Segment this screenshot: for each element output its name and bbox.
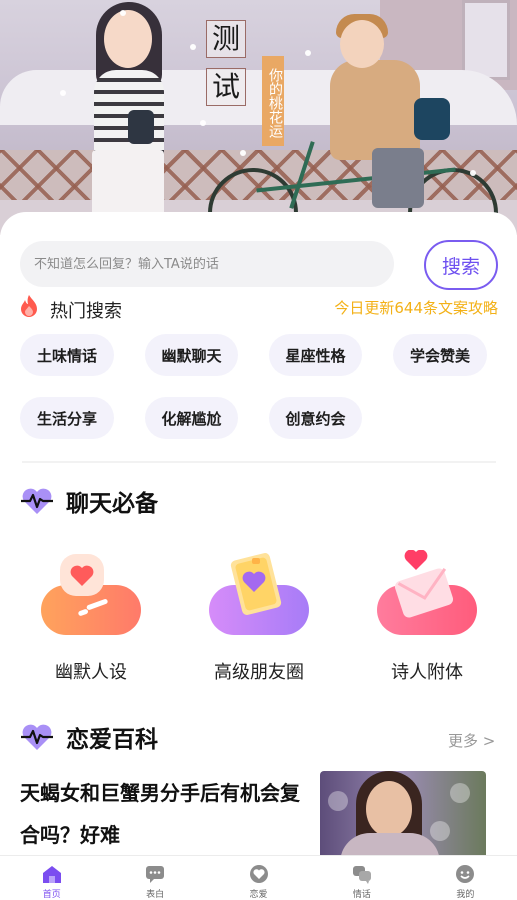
bokeh-light: [430, 821, 450, 841]
more-link[interactable]: 更多 >: [448, 730, 495, 751]
tab-label: 首页: [42, 890, 61, 900]
snowflake: [190, 44, 196, 50]
chip-praise[interactable]: 学会赞美: [393, 334, 487, 376]
hero-title-char: 试: [206, 68, 246, 106]
article-title[interactable]: 天蝎女和巨蟹男分手后有机会复合吗？好难: [20, 772, 318, 856]
tab-love[interactable]: 恋爱: [207, 856, 310, 900]
wiki-section-header: 恋爱百科: [20, 720, 158, 754]
chip-humor-chat[interactable]: 幽默聊天: [145, 334, 238, 376]
feature-poet-mode[interactable]: 诗人附体: [372, 550, 482, 690]
snowflake: [120, 10, 126, 16]
tab-home[interactable]: 首页: [0, 856, 103, 900]
hero-boy-bag: [414, 98, 450, 140]
hot-search-title: 热门搜索: [50, 301, 122, 322]
tab-profile[interactable]: 我的: [414, 856, 517, 900]
article-thumbnail[interactable]: [320, 771, 486, 861]
home-icon: [42, 866, 61, 883]
heartbeat-icon: [21, 724, 53, 750]
feature-label: 高级朋友圈: [214, 662, 304, 683]
bokeh-light: [328, 791, 348, 811]
daily-update-text: 今日更新644条文案攻略: [334, 299, 498, 317]
love-letter-icon: [394, 550, 454, 618]
heart-card-icon: [230, 553, 282, 615]
bokeh-light: [450, 783, 470, 803]
snowflake: [200, 120, 206, 126]
feature-label: 幽默人设: [55, 662, 127, 683]
chip-earthy-love-talk[interactable]: 土味情话: [20, 334, 114, 376]
tab-confess[interactable]: 表白: [103, 856, 206, 900]
hero-title-char: 测: [206, 20, 246, 58]
chip-creative-date[interactable]: 创意约会: [269, 397, 362, 439]
profile-icon: [456, 865, 475, 883]
hot-search-header: 热门搜索 今日更新644条文案攻略: [18, 294, 498, 324]
search-button[interactable]: 搜索: [424, 240, 498, 290]
chat-section-title: 聊天必备: [66, 491, 158, 517]
section-divider: [22, 461, 496, 463]
app-screen: 测 试 你的桃花运 搜索 热门搜索 今日更新644条文案攻略 土味情话 幽默聊天…: [0, 0, 517, 900]
hero-boy-coat: [330, 60, 420, 160]
tab-label: 我的: [456, 890, 475, 900]
hero-girl-pants: [92, 150, 164, 220]
snowflake: [240, 150, 246, 156]
hero-girl-bag: [128, 110, 154, 144]
heart-circle-icon: [249, 865, 268, 883]
hero-boy-pants: [372, 148, 424, 208]
hero-boy-face: [340, 20, 384, 68]
heartbeat-icon: [21, 488, 53, 514]
feature-humor-persona[interactable]: 幽默人设: [36, 550, 146, 690]
tab-love-talk[interactable]: 情话: [310, 856, 413, 900]
chip-ease-awkward[interactable]: 化解尴尬: [145, 397, 238, 439]
search-bar[interactable]: [20, 241, 394, 287]
snowflake: [470, 170, 476, 176]
snowflake: [305, 50, 311, 56]
chip-zodiac[interactable]: 星座性格: [269, 334, 362, 376]
bottom-tab-bar: 首页 表白 恋爱 情话 我的: [0, 855, 517, 900]
feature-premium-moments[interactable]: 高级朋友圈: [204, 550, 314, 690]
chip-life-share[interactable]: 生活分享: [20, 397, 114, 439]
search-input[interactable]: [34, 256, 374, 272]
hero-window: [462, 0, 510, 80]
feature-label: 诗人附体: [391, 662, 463, 683]
chat-bubble-heart-icon: [60, 554, 108, 616]
flame-icon: [21, 295, 37, 317]
tab-label: 情话: [352, 890, 371, 900]
chat-icon: [146, 866, 165, 883]
hero-girl-face: [104, 10, 152, 68]
thumbnail-person-face: [366, 781, 412, 837]
tab-label: 表白: [146, 890, 165, 900]
dialog-icon: [352, 866, 371, 884]
snowflake: [60, 90, 66, 96]
hero-tagline: 你的桃花运: [262, 56, 284, 146]
chat-section-header: 聊天必备: [20, 484, 158, 518]
wiki-section-title: 恋爱百科: [66, 727, 158, 753]
hero-banner[interactable]: 测 试 你的桃花运: [0, 0, 517, 235]
tab-label: 恋爱: [249, 890, 268, 900]
